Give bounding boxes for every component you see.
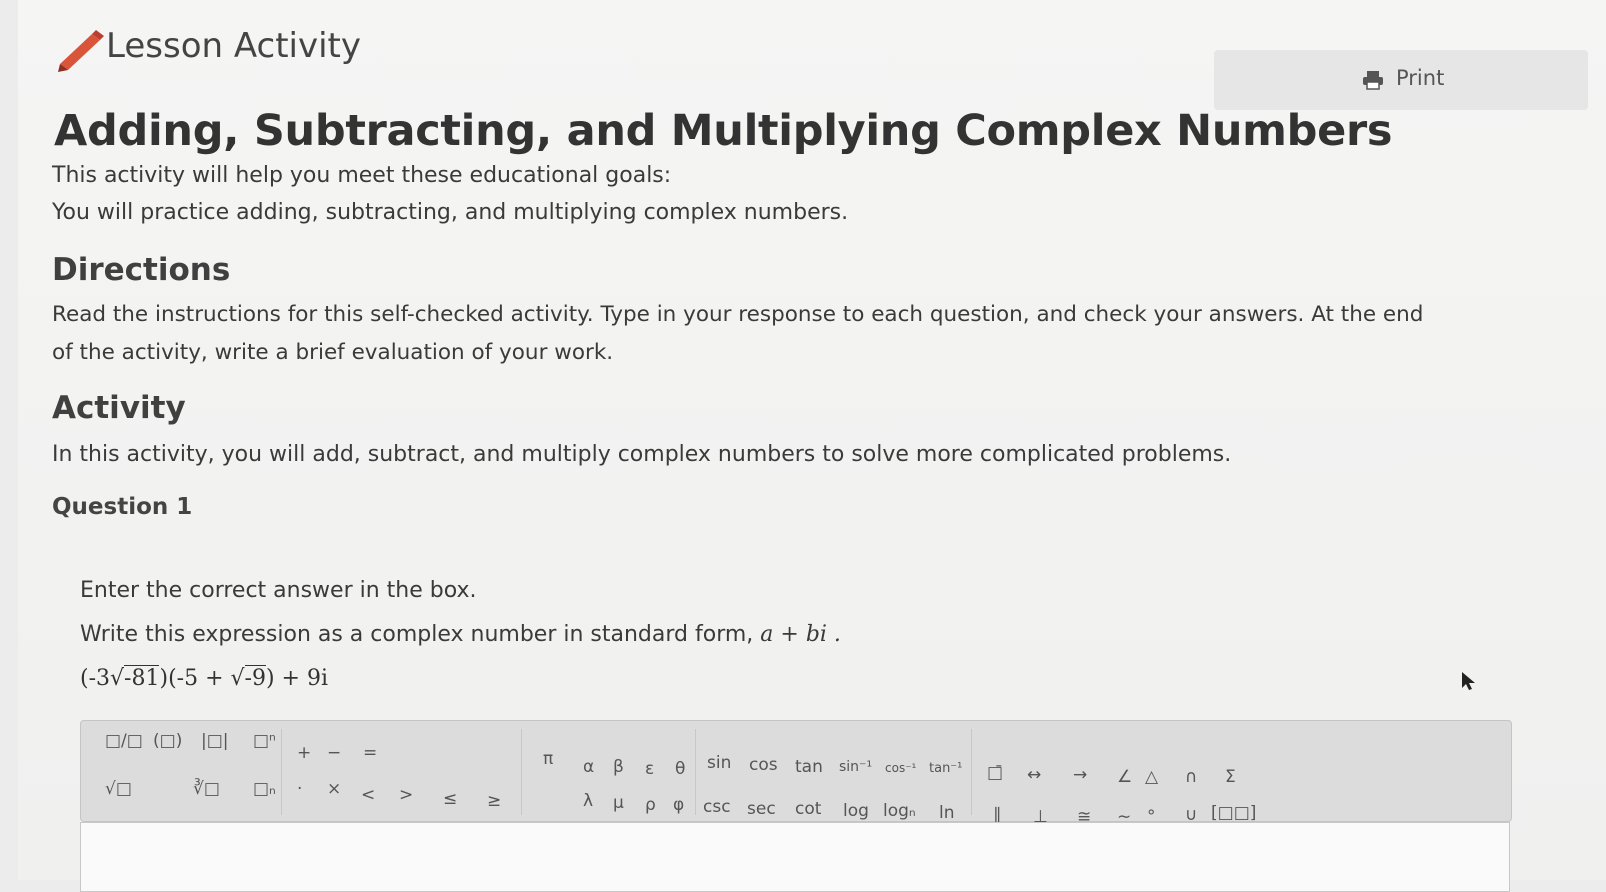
- plus-button[interactable]: +: [297, 743, 311, 763]
- expr-part-3: ) + 9i: [265, 666, 329, 691]
- exponent-button[interactable]: □ⁿ: [253, 731, 276, 751]
- fraction-button[interactable]: □/□: [105, 731, 143, 751]
- lesson-page: Lesson Activity Print Adding, Subtractin…: [18, 0, 1606, 892]
- radicand-2: -9: [244, 665, 266, 691]
- lesson-label: Lesson Activity: [106, 26, 361, 66]
- summation-button[interactable]: Σ: [1225, 767, 1236, 787]
- pencil-icon: [58, 30, 104, 72]
- times-button[interactable]: ×: [327, 779, 341, 799]
- question-prompt: Write this expression as a complex numbe…: [80, 622, 841, 647]
- cos-button[interactable]: cos: [749, 755, 778, 775]
- tan-button[interactable]: tan: [795, 757, 823, 777]
- sec-button[interactable]: sec: [747, 799, 776, 819]
- mu-button[interactable]: μ: [613, 793, 624, 813]
- answer-input[interactable]: [80, 822, 1510, 892]
- angle-button[interactable]: ∠: [1117, 767, 1132, 787]
- cube-root-button[interactable]: ∛□: [193, 779, 220, 799]
- equals-button[interactable]: =: [363, 743, 377, 763]
- matrix-button[interactable]: [□□]: [1211, 803, 1256, 823]
- toolbar-separator: [281, 729, 282, 815]
- directions-heading: Directions: [52, 252, 231, 288]
- radical-1: √-81: [110, 665, 160, 691]
- arcsin-button[interactable]: sin⁻¹: [839, 759, 872, 775]
- pi-button[interactable]: π: [543, 749, 553, 769]
- question-prompt-text: Write this expression as a complex numbe…: [80, 622, 754, 647]
- epsilon-button[interactable]: ε: [645, 759, 654, 779]
- standard-form: a + bi .: [760, 622, 841, 647]
- phi-button[interactable]: φ: [673, 795, 684, 815]
- rho-button[interactable]: ρ: [645, 795, 656, 815]
- print-button[interactable]: Print: [1214, 50, 1588, 110]
- less-equal-button[interactable]: ≤: [443, 789, 457, 809]
- print-label: Print: [1396, 66, 1445, 90]
- math-toolbar: □/□ (□) |□| □ⁿ √□ ∛□ □ₙ + − = · × < > ≤ …: [80, 720, 1512, 827]
- page-title: Adding, Subtracting, and Multiplying Com…: [54, 106, 1393, 156]
- alpha-button[interactable]: α: [583, 757, 594, 777]
- cot-button[interactable]: cot: [795, 799, 821, 819]
- theta-button[interactable]: θ: [675, 759, 685, 779]
- greater-than-button[interactable]: >: [399, 785, 413, 805]
- sin-button[interactable]: sin: [707, 753, 731, 773]
- intersection-button[interactable]: ∩: [1185, 767, 1197, 787]
- intro-line-1: This activity will help you meet these e…: [52, 163, 672, 188]
- directions-line-2: of the activity, write a brief evaluatio…: [52, 340, 614, 365]
- toolbar-separator: [695, 729, 696, 815]
- ln-button[interactable]: ln: [939, 803, 955, 823]
- dot-button[interactable]: ·: [297, 779, 302, 799]
- log-base-button[interactable]: logₙ: [883, 801, 916, 821]
- toolbar-separator: [971, 729, 972, 815]
- question-instruction: Enter the correct answer in the box.: [80, 578, 477, 603]
- expr-part-2: )(-5 +: [159, 666, 231, 691]
- activity-text: In this activity, you will add, subtract…: [52, 442, 1232, 467]
- question-label: Question 1: [52, 494, 193, 520]
- arctan-button[interactable]: tan⁻¹: [929, 761, 962, 776]
- ray-button[interactable]: →: [1073, 765, 1087, 785]
- expr-part-1: (-3: [80, 666, 111, 691]
- absolute-value-button[interactable]: |□|: [201, 731, 229, 751]
- parentheses-button[interactable]: (□): [153, 731, 182, 751]
- radical-2: √-9: [230, 665, 266, 691]
- csc-button[interactable]: csc: [703, 797, 731, 817]
- mouse-cursor-icon: [1462, 672, 1475, 690]
- question-expression: (-3√-81)(-5 + √-9) + 9i: [80, 665, 329, 691]
- overline-button[interactable]: □̄: [987, 763, 1003, 783]
- greater-equal-button[interactable]: ≥: [487, 791, 501, 811]
- log-button[interactable]: log: [843, 801, 869, 821]
- triangle-button[interactable]: △: [1145, 767, 1158, 787]
- directions-line-1: Read the instructions for this self-chec…: [52, 302, 1424, 327]
- intro-line-2: You will practice adding, subtracting, a…: [52, 200, 849, 225]
- printer-icon: [1363, 71, 1383, 90]
- radicand-1: -81: [124, 665, 160, 691]
- activity-heading: Activity: [52, 390, 186, 426]
- less-than-button[interactable]: <: [361, 785, 375, 805]
- square-root-button[interactable]: √□: [105, 779, 132, 799]
- arccos-button[interactable]: cos⁻¹: [885, 761, 916, 775]
- subscript-button[interactable]: □ₙ: [253, 779, 276, 799]
- toolbar-separator: [521, 729, 522, 815]
- beta-button[interactable]: β: [613, 757, 624, 777]
- line-button[interactable]: ↔: [1027, 765, 1041, 785]
- lambda-button[interactable]: λ: [583, 791, 593, 811]
- minus-button[interactable]: −: [327, 743, 341, 763]
- lesson-header: Lesson Activity Print: [18, 0, 1606, 110]
